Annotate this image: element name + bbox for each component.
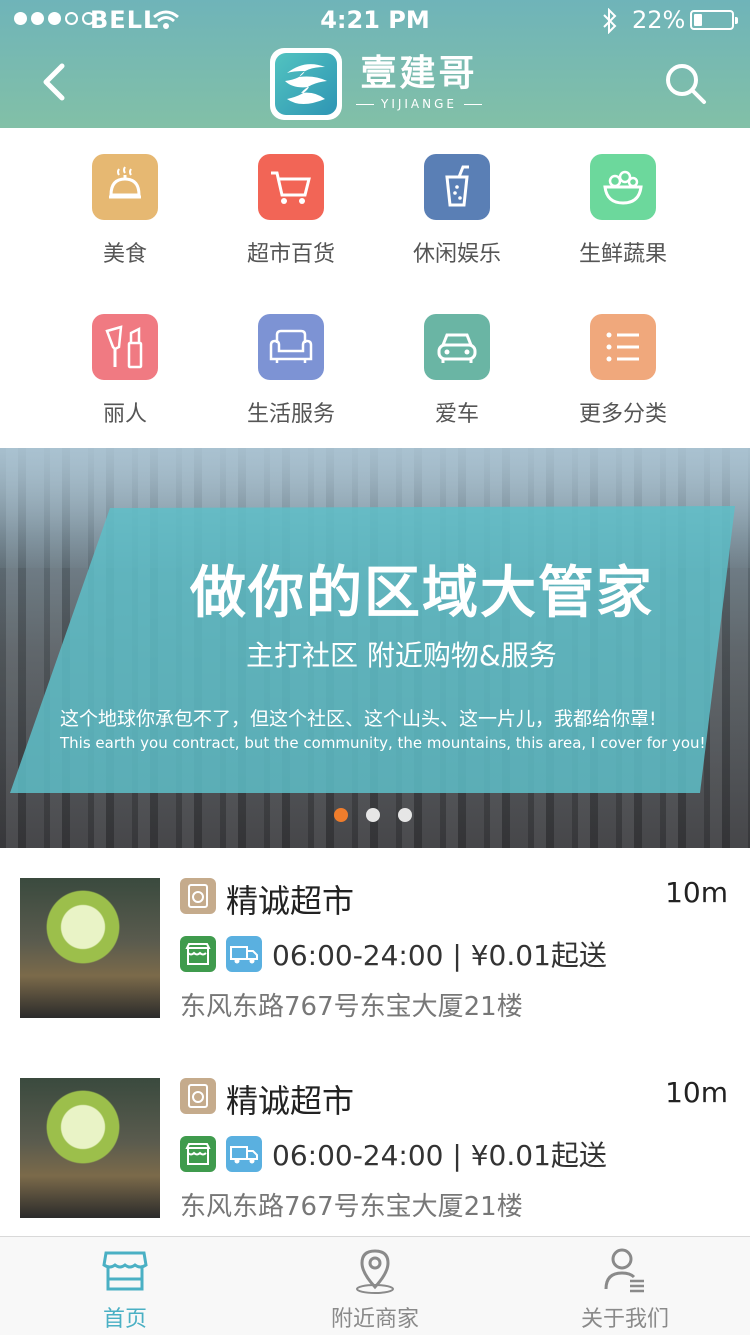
category-supermarket[interactable]: 超市百货 (208, 128, 374, 278)
banner-page-indicator (334, 808, 412, 822)
salad-bowl-icon (590, 154, 656, 220)
category-grid: 美食 超市百货 休闲娱乐 生鲜蔬果 丽人 生活服务 爱车 更多分类 (0, 128, 750, 448)
battery-nub (735, 17, 738, 24)
battery-percent: 22% (632, 6, 686, 34)
shop-name: 精诚超市 (226, 882, 355, 920)
tab-label: 首页 (102, 1307, 147, 1332)
logo-swirl-icon (275, 53, 337, 115)
app-header: BELL 4:21 PM 22% 壹建哥 YIJIANGE (0, 0, 750, 128)
category-label: 更多分类 (578, 402, 667, 427)
page-dot[interactable] (398, 808, 412, 822)
shop-list-item[interactable]: 精诚超市 10m 06:00-24:00 | ¥0.01起送 东风东路767号东… (0, 1048, 750, 1249)
storefront-tag-icon (180, 1136, 216, 1172)
shop-address: 东风东路767号东宝大厦21楼 (180, 1192, 523, 1222)
shopping-cart-icon (258, 154, 324, 220)
banner-title: 做你的区域大管家 (190, 561, 654, 626)
brand-title: 壹建哥 YIJIANGE (356, 52, 482, 112)
bottom-tab-bar: 首页 附近商家 关于我们 (0, 1236, 750, 1335)
category-label: 休闲娱乐 (412, 242, 501, 267)
delivery-truck-icon (226, 936, 262, 972)
battery-fill (694, 14, 702, 26)
tab-nearby-merchants[interactable]: 附近商家 (250, 1237, 500, 1335)
brand-name-cn: 壹建哥 (360, 53, 478, 94)
search-icon[interactable] (662, 60, 710, 108)
user-profile-icon (604, 1248, 644, 1293)
drink-cup-icon (424, 154, 490, 220)
food-cloche-icon (92, 154, 158, 220)
category-label: 生鲜蔬果 (578, 242, 667, 267)
shop-distance: 10m (665, 1076, 728, 1109)
category-more[interactable]: 更多分类 (540, 288, 706, 438)
logo-swirl-graphic (285, 64, 327, 104)
shop-distance: 10m (665, 876, 728, 909)
banner-tagline-cn: 这个地球你承包不了，但这个社区、这个山头、这一片儿，我都给你罩! (60, 708, 657, 730)
shop-thumbnail (20, 878, 160, 1018)
banner-subtitle: 主打社区 附近购物&服务 (246, 639, 557, 672)
shop-list-item[interactable]: 精诚超市 10m 06:00-24:00 | ¥0.01起送 东风东路767号东… (0, 848, 750, 1049)
cosmetics-icon (92, 314, 158, 380)
store-type-icon (180, 1078, 216, 1114)
tab-label: 关于我们 (580, 1307, 669, 1332)
category-fresh-produce[interactable]: 生鲜蔬果 (540, 128, 706, 278)
storefront-tag-icon (180, 936, 216, 972)
tab-label: 附近商家 (330, 1307, 419, 1332)
shop-hours-delivery: 06:00-24:00 | ¥0.01起送 (272, 939, 607, 972)
shop-thumbnail (20, 1078, 160, 1218)
list-icon (590, 314, 656, 380)
category-food[interactable]: 美食 (42, 128, 208, 278)
category-label: 美食 (102, 242, 147, 267)
store-type-icon (180, 878, 216, 914)
delivery-truck-icon (226, 1136, 262, 1172)
brand-logo (270, 48, 342, 120)
category-label: 超市百货 (246, 242, 335, 267)
category-beauty[interactable]: 丽人 (42, 288, 208, 438)
page-dot[interactable] (366, 808, 380, 822)
tab-home[interactable]: 首页 (0, 1237, 250, 1335)
shop-hours-delivery: 06:00-24:00 | ¥0.01起送 (272, 1139, 607, 1172)
category-car[interactable]: 爱车 (374, 288, 540, 438)
shop-name: 精诚超市 (226, 1082, 355, 1120)
car-icon (424, 314, 490, 380)
bluetooth-icon (603, 8, 617, 34)
page-dot[interactable] (334, 808, 348, 822)
location-pin-icon (356, 1249, 394, 1294)
back-chevron-icon[interactable] (34, 60, 78, 104)
tab-about-us[interactable]: 关于我们 (500, 1237, 750, 1335)
category-label: 生活服务 (246, 402, 335, 427)
battery-icon (690, 10, 738, 30)
category-label: 爱车 (434, 402, 479, 427)
brand-name-en: YIJIANGE (356, 96, 482, 112)
category-entertainment[interactable]: 休闲娱乐 (374, 128, 540, 278)
sofa-icon (258, 314, 324, 380)
shop-address: 东风东路767号东宝大厦21楼 (180, 992, 523, 1022)
promo-banner[interactable]: 做你的区域大管家 主打社区 附近购物&服务 这个地球你承包不了，但这个社区、这个… (0, 448, 750, 848)
category-label: 丽人 (102, 402, 147, 427)
storefront-icon (102, 1251, 148, 1291)
status-bar: BELL 4:21 PM 22% (0, 0, 750, 40)
banner-tagline-en: This earth you contract, but the communi… (60, 734, 706, 752)
category-life-services[interactable]: 生活服务 (208, 288, 374, 438)
